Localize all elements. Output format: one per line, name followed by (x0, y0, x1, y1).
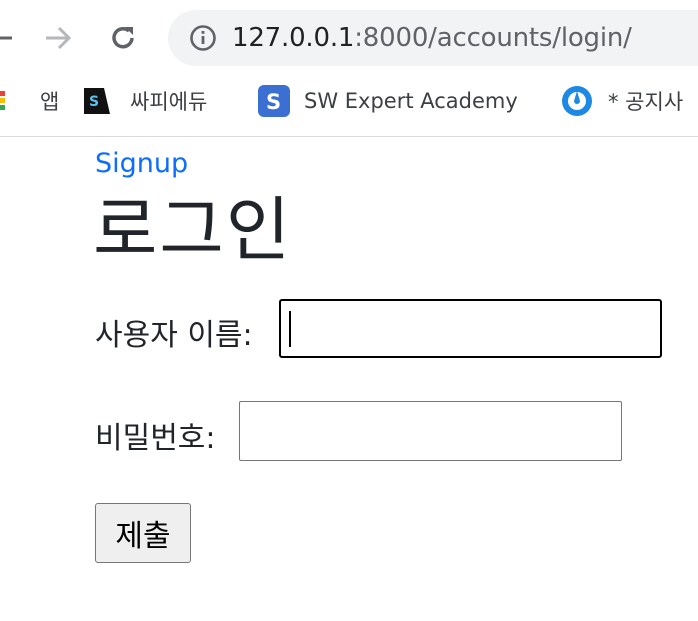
back-button[interactable] (0, 20, 18, 56)
forward-button[interactable] (40, 20, 76, 56)
bookmark-notice[interactable]: * 공지사 (560, 78, 683, 124)
mattermost-icon (560, 84, 594, 118)
bookmark-swea[interactable]: S SW Expert Academy (258, 78, 518, 124)
url-host: 127.0.0.1 (232, 23, 355, 53)
text-caret (289, 311, 291, 347)
bookmark-ssafy[interactable]: S 싸피에듀 (82, 78, 207, 124)
url-path: :8000/accounts/login/ (354, 23, 632, 53)
bookmark-apps[interactable]: 앱 (0, 78, 59, 124)
svg-text:S: S (89, 94, 99, 110)
arrow-left-icon (0, 36, 12, 40)
swea-icon: S (258, 85, 290, 117)
address-bar[interactable]: 127.0.0.1:8000/accounts/login/ (168, 10, 698, 66)
url-text: 127.0.0.1:8000/accounts/login/ (232, 23, 632, 53)
svg-text:S: S (266, 90, 281, 114)
username-input[interactable] (279, 299, 662, 358)
signup-link[interactable]: Signup (95, 148, 188, 179)
reload-button[interactable] (105, 20, 141, 56)
browser-chrome: 127.0.0.1:8000/accounts/login/ 앱 S 싸피에듀 (0, 0, 698, 137)
password-label: 비밀번호: (95, 421, 216, 456)
password-input[interactable] (239, 401, 622, 461)
info-icon[interactable] (188, 23, 218, 53)
bookmark-label: 싸피에듀 (130, 90, 208, 114)
bookmark-label: * 공지사 (608, 90, 684, 114)
arrow-right-icon (46, 26, 72, 50)
submit-button[interactable]: 제출 (95, 503, 191, 563)
bookmark-label: 앱 (40, 90, 60, 114)
bookmarks-bar: 앱 S 싸피에듀 S SW Expert Academy * 공지사 (0, 78, 698, 124)
bookmark-label: SW Expert Academy (304, 89, 518, 113)
ssafy-icon: S (82, 86, 112, 116)
username-label: 사용자 이름: (95, 318, 253, 353)
apps-grid-icon (0, 89, 12, 113)
reload-icon (112, 26, 134, 49)
page-title: 로그인 (93, 189, 293, 271)
